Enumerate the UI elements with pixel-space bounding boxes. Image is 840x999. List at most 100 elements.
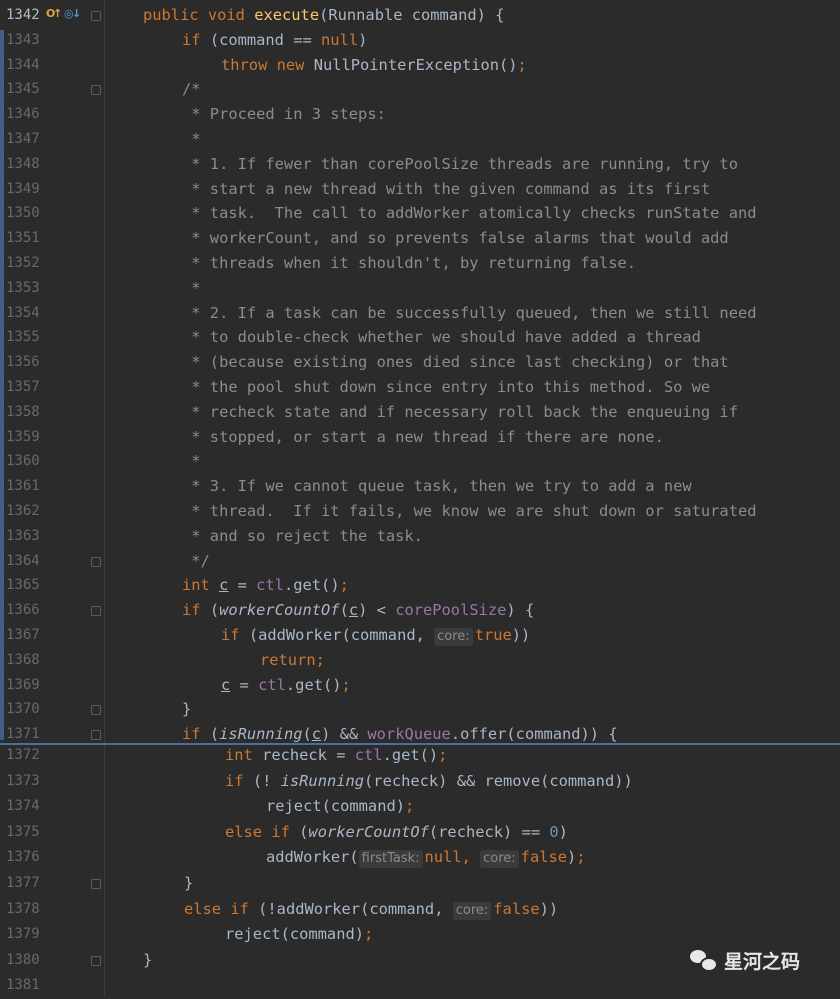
code-line[interactable]: 1351 * workerCount, and so prevents fals… bbox=[0, 226, 840, 251]
fold-marker-icon[interactable] bbox=[91, 606, 101, 617]
code-text: else if (workerCountOf(recheck) == 0) bbox=[225, 823, 568, 841]
code-text: if (command == null) bbox=[182, 31, 367, 49]
code-line[interactable]: 1358 * recheck state and if necessary ro… bbox=[0, 400, 840, 425]
fold-marker-icon[interactable] bbox=[91, 556, 101, 567]
line-number[interactable]: 1370 bbox=[6, 701, 40, 717]
line-number[interactable]: 1348 bbox=[6, 156, 40, 172]
fold-marker-icon[interactable] bbox=[91, 85, 101, 96]
code-line[interactable]: 1350 * task. The call to addWorker atomi… bbox=[0, 201, 840, 226]
line-number[interactable]: 1343 bbox=[6, 32, 40, 48]
code-line[interactable]: 1367 if (addWorker(command, core: true)) bbox=[0, 623, 840, 648]
code-line[interactable]: 1364 */ bbox=[0, 549, 840, 574]
code-line[interactable]: 1360 * bbox=[0, 449, 840, 474]
line-number[interactable]: 1375 bbox=[6, 824, 40, 840]
fold-marker-icon[interactable] bbox=[91, 879, 101, 889]
code-line[interactable]: 1363 * and so reject the task. bbox=[0, 524, 840, 549]
code-line[interactable]: 1376 addWorker(firstTask: null, core: false… bbox=[0, 845, 840, 871]
line-number[interactable]: 1351 bbox=[6, 230, 40, 246]
code-line[interactable]: 1374 reject(command); bbox=[0, 794, 840, 820]
line-number[interactable]: 1356 bbox=[6, 354, 40, 370]
code-line[interactable]: 1356 * (because existing ones died since… bbox=[0, 350, 840, 375]
fold-marker-icon[interactable] bbox=[91, 730, 101, 741]
fold-marker-icon[interactable] bbox=[91, 955, 101, 966]
line-number[interactable]: 1354 bbox=[6, 305, 40, 321]
code-line[interactable]: 1372 int recheck = ctl.get(); bbox=[0, 743, 840, 769]
line-number[interactable]: 1376 bbox=[6, 849, 40, 865]
line-number[interactable]: 1377 bbox=[6, 875, 40, 891]
code-line[interactable]: 1375 else if (workerCountOf(recheck) == 0… bbox=[0, 820, 840, 846]
line-number[interactable]: 1368 bbox=[6, 652, 40, 668]
code-line[interactable]: 1346 * Proceed in 3 steps: bbox=[0, 102, 840, 127]
code-line[interactable]: 1359 * stopped, or start a new thread if… bbox=[0, 425, 840, 450]
code-token: ; bbox=[576, 848, 586, 867]
editor-pane-top[interactable]: 1342 public void execute(Runnable command… bbox=[0, 0, 840, 745]
line-number[interactable]: 1357 bbox=[6, 379, 40, 395]
line-number[interactable]: 1361 bbox=[6, 478, 40, 494]
line-number[interactable]: 1374 bbox=[6, 798, 40, 814]
code-line[interactable]: 1353 * bbox=[0, 276, 840, 301]
code-line[interactable]: 1378 else if (!addWorker(command, core: fa… bbox=[0, 897, 840, 923]
code-token: * (because existing ones died since last… bbox=[182, 353, 729, 372]
fold-marker-icon[interactable] bbox=[91, 705, 101, 716]
line-number[interactable]: 1367 bbox=[6, 627, 40, 643]
line-number[interactable]: 1349 bbox=[6, 181, 40, 197]
line-number[interactable]: 1381 bbox=[6, 977, 40, 993]
line-number[interactable]: 1350 bbox=[6, 205, 40, 221]
line-number[interactable]: 1346 bbox=[6, 106, 40, 122]
code-line[interactable]: 1342 public void execute(Runnable command… bbox=[0, 3, 840, 28]
code-token: 0 bbox=[549, 822, 559, 841]
code-line[interactable]: 1349 * start a new thread with the given… bbox=[0, 177, 840, 202]
code-line[interactable]: 1370} bbox=[0, 697, 840, 722]
fold-marker-icon[interactable] bbox=[91, 11, 101, 21]
code-line[interactable]: 1369 c = ctl.get(); bbox=[0, 673, 840, 698]
line-number[interactable]: 1355 bbox=[6, 329, 40, 345]
code-line[interactable]: 1352 * threads when it shouldn't, by ret… bbox=[0, 251, 840, 276]
line-number[interactable]: 1366 bbox=[6, 602, 40, 618]
line-number[interactable]: 1363 bbox=[6, 528, 40, 544]
line-number[interactable]: 1369 bbox=[6, 677, 40, 693]
implemented-down-arrow-icon[interactable]: ↓ bbox=[72, 7, 81, 20]
code-line[interactable]: 1348 * 1. If fewer than corePoolSize thr… bbox=[0, 152, 840, 177]
code-line[interactable]: 1343 if (command == null) bbox=[0, 28, 840, 53]
line-number[interactable]: 1360 bbox=[6, 453, 40, 469]
code-line[interactable]: 1373 if (! isRunning(recheck) && remove(c… bbox=[0, 769, 840, 795]
code-token: else if bbox=[184, 899, 259, 918]
line-number[interactable]: 1347 bbox=[6, 131, 40, 147]
line-number[interactable]: 1380 bbox=[6, 952, 40, 968]
code-line[interactable]: 1357 * the pool shut down since entry in… bbox=[0, 375, 840, 400]
line-number[interactable]: 1378 bbox=[6, 901, 40, 917]
line-number[interactable]: 1359 bbox=[6, 429, 40, 445]
code-token: } bbox=[184, 874, 194, 892]
line-number[interactable]: 1371 bbox=[6, 726, 40, 742]
code-token: null, bbox=[424, 848, 481, 867]
code-line[interactable]: 1365 int c = ctl.get(); bbox=[0, 573, 840, 598]
line-number[interactable]: 1373 bbox=[6, 773, 40, 789]
code-line[interactable]: 1355 * to double-check whether we should… bbox=[0, 325, 840, 350]
line-number[interactable]: 1379 bbox=[6, 926, 40, 942]
line-number[interactable]: 1358 bbox=[6, 404, 40, 420]
line-number[interactable]: 1342 bbox=[6, 7, 40, 23]
code-token: .get() bbox=[382, 746, 439, 764]
line-number[interactable]: 1345 bbox=[6, 81, 40, 97]
code-line[interactable]: 1347 * bbox=[0, 127, 840, 152]
overrides-up-arrow-icon[interactable]: ↑ bbox=[53, 7, 62, 20]
code-line[interactable]: 1354 * 2. If a task can be successfully … bbox=[0, 301, 840, 326]
line-number[interactable]: 1353 bbox=[6, 280, 40, 296]
code-line[interactable]: 1345 /* bbox=[0, 77, 840, 102]
code-line[interactable]: 1361 * 3. If we cannot queue task, then … bbox=[0, 474, 840, 499]
line-number[interactable]: 1365 bbox=[6, 577, 40, 593]
code-token: * and so reject the task. bbox=[182, 526, 423, 545]
code-line[interactable]: 1362 * thread. If it fails, we know we a… bbox=[0, 499, 840, 524]
code-line[interactable]: 1381 bbox=[0, 973, 840, 999]
code-editor[interactable]: 1342 public void execute(Runnable command… bbox=[0, 0, 840, 997]
line-number[interactable]: 1352 bbox=[6, 255, 40, 271]
line-number[interactable]: 1362 bbox=[6, 503, 40, 519]
line-number[interactable]: 1344 bbox=[6, 57, 40, 73]
line-number[interactable]: 1364 bbox=[6, 553, 40, 569]
code-line[interactable]: 1377} bbox=[0, 871, 840, 897]
line-number[interactable]: 1372 bbox=[6, 747, 40, 763]
code-line[interactable]: 1344 throw new NullPointerException(); bbox=[0, 53, 840, 78]
code-line[interactable]: 1366 if (workerCountOf(c) < corePoolSize)… bbox=[0, 598, 840, 623]
code-text: * stopped, or start a new thread if ther… bbox=[182, 428, 664, 446]
code-line[interactable]: 1368 return; bbox=[0, 648, 840, 673]
